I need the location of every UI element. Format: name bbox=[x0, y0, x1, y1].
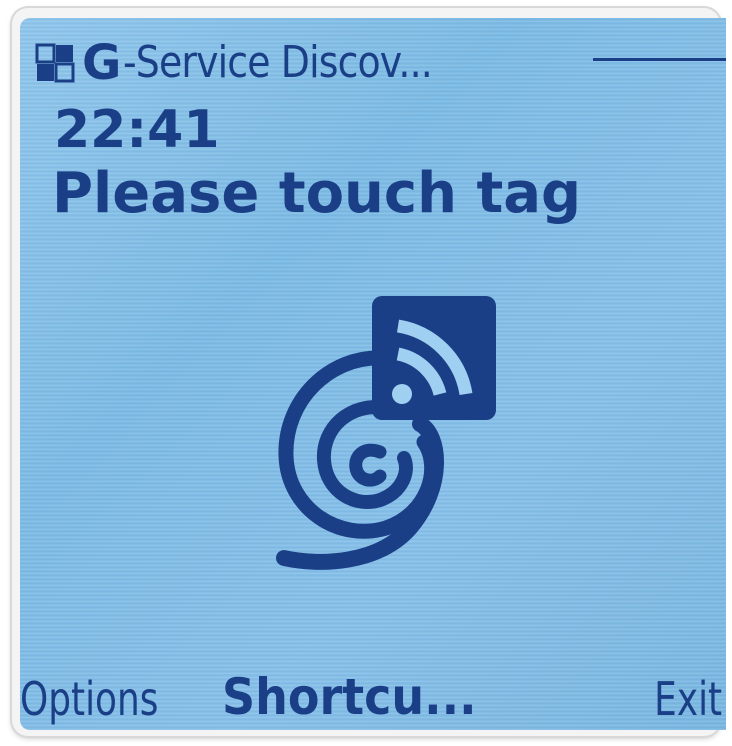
network-type-indicator: G bbox=[82, 35, 122, 91]
instruction-message: Please touch tag bbox=[52, 161, 582, 226]
options-softkey[interactable]: Options bbox=[20, 676, 158, 722]
title-bar: G -Service Discov... bbox=[34, 28, 724, 98]
nfc-touch-icon bbox=[276, 296, 496, 570]
shortcut-softkey[interactable]: Shortcu... bbox=[222, 672, 477, 722]
title-divider bbox=[593, 58, 726, 61]
app-title: -Service Discov... bbox=[123, 37, 433, 88]
exit-softkey[interactable]: Exit bbox=[654, 676, 722, 722]
clock-time: 22:41 bbox=[54, 100, 220, 160]
network-status-icon bbox=[35, 43, 75, 83]
phone-screen: G -Service Discov... 22:41 Please touch … bbox=[20, 18, 726, 730]
softkey-bar: Options Shortcu... Exit bbox=[20, 662, 726, 722]
